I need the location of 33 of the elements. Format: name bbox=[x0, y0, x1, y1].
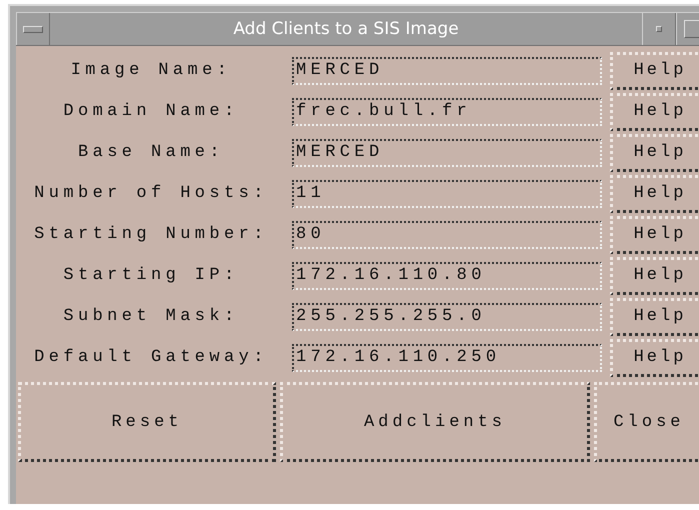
field-label: Subnet Mask: bbox=[62, 307, 240, 326]
help-button[interactable]: Help bbox=[610, 174, 699, 212]
help-button[interactable]: Help bbox=[610, 256, 699, 294]
help-button[interactable]: Help bbox=[610, 338, 699, 376]
field-label: Domain Name: bbox=[62, 102, 240, 121]
menu-icon bbox=[23, 26, 43, 32]
input-field[interactable]: 80 bbox=[292, 220, 602, 248]
minimize-button[interactable] bbox=[642, 13, 676, 45]
field-label: Starting IP: bbox=[62, 266, 240, 285]
input-field[interactable]: 172.16.110.250 bbox=[292, 344, 602, 372]
help-button[interactable]: Help bbox=[610, 134, 699, 172]
window-title: Add Clients to a SIS Image bbox=[233, 19, 459, 39]
reset-button[interactable]: Reset bbox=[18, 382, 276, 462]
input-field[interactable]: MERCED bbox=[292, 138, 602, 166]
input-field[interactable]: 255.255.255.0 bbox=[292, 302, 602, 330]
help-button[interactable]: Help bbox=[610, 92, 699, 130]
maximize-icon bbox=[684, 20, 699, 38]
input-field[interactable]: frec.bull.fr bbox=[292, 98, 602, 126]
input-field[interactable]: MERCED bbox=[292, 56, 602, 84]
field-label: Number of Hosts: bbox=[33, 184, 269, 203]
close-button[interactable]: Close bbox=[594, 382, 699, 462]
field-label: Starting Number: bbox=[33, 225, 269, 244]
field-label: Default Gateway: bbox=[33, 348, 269, 367]
input-field[interactable]: 11 bbox=[292, 180, 602, 208]
help-button[interactable]: Help bbox=[610, 298, 699, 336]
field-label: Base Name: bbox=[76, 143, 226, 162]
help-button[interactable]: Help bbox=[610, 216, 699, 254]
addclients-button[interactable]: Addclients bbox=[280, 382, 590, 462]
help-button[interactable]: Help bbox=[610, 52, 699, 90]
field-label: Image Name: bbox=[70, 61, 232, 80]
minimize-icon bbox=[656, 26, 662, 32]
window-menu-button[interactable] bbox=[16, 13, 50, 45]
input-field[interactable]: 172.16.110.80 bbox=[292, 262, 602, 290]
